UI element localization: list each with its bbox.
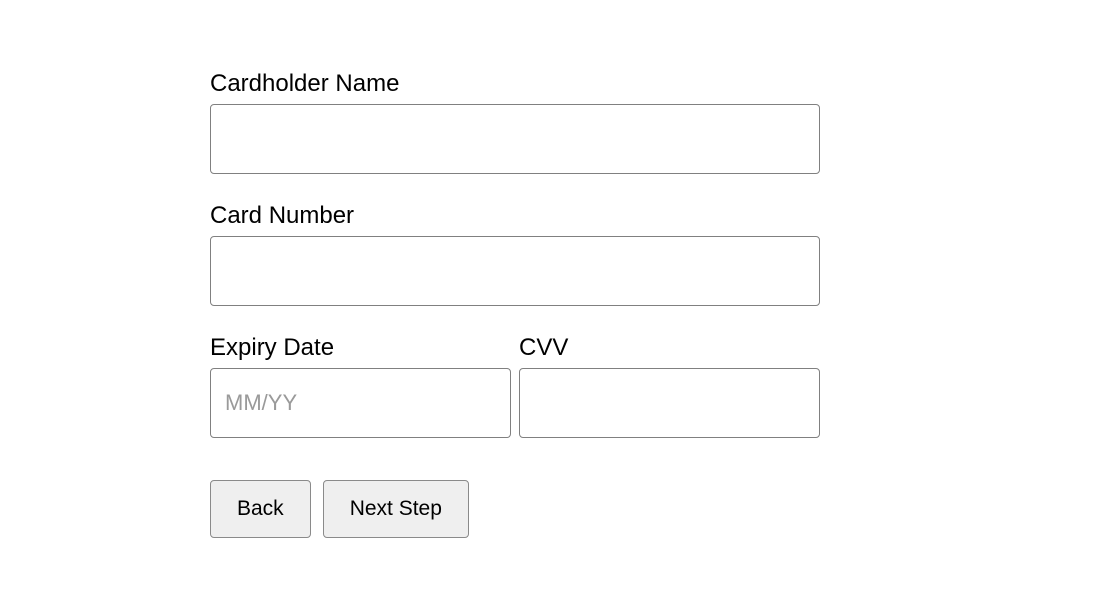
card-number-input[interactable]	[210, 236, 820, 306]
next-step-button[interactable]: Next Step	[323, 480, 469, 538]
card-number-label: Card Number	[210, 202, 820, 230]
cvv-group: CVV	[519, 334, 820, 438]
expiry-cvv-row: Expiry Date CVV	[210, 334, 820, 438]
cvv-label: CVV	[519, 334, 820, 362]
payment-form: Cardholder Name Card Number Expiry Date …	[210, 70, 820, 538]
cardholder-name-input[interactable]	[210, 104, 820, 174]
button-row: Back Next Step	[210, 480, 820, 538]
expiry-date-input[interactable]	[210, 368, 511, 438]
expiry-date-label: Expiry Date	[210, 334, 511, 362]
card-number-group: Card Number	[210, 202, 820, 306]
cardholder-name-group: Cardholder Name	[210, 70, 820, 174]
cvv-input[interactable]	[519, 368, 820, 438]
expiry-date-group: Expiry Date	[210, 334, 511, 438]
back-button[interactable]: Back	[210, 480, 311, 538]
cardholder-name-label: Cardholder Name	[210, 70, 820, 98]
